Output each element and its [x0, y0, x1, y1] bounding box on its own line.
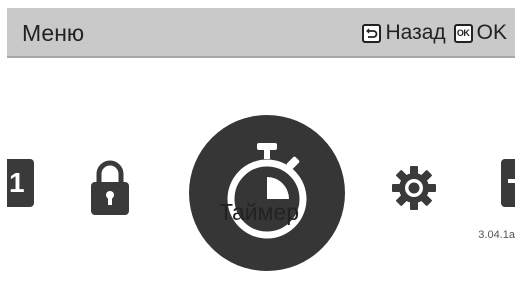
previous-item-text: 1	[9, 167, 25, 198]
back-arrow-icon	[362, 23, 382, 43]
ok-button[interactable]: OK OK	[453, 19, 507, 47]
header-bar: Меню Назад OK OK	[7, 8, 515, 58]
menu-title: Меню	[22, 20, 85, 46]
back-label: Назад	[385, 21, 446, 44]
header-navigation: Назад OK OK	[354, 19, 507, 47]
selected-item-label: Таймер	[218, 199, 300, 225]
ok-key-text: OK	[456, 27, 470, 38]
version-label: 3.04.1a	[478, 229, 515, 241]
device-screen: Меню Назад OK OK 1 3.04.1a	[7, 8, 515, 296]
ok-key-icon: OK	[453, 23, 473, 43]
back-button[interactable]: Назад	[362, 19, 446, 47]
menu-carousel: 1	[7, 60, 515, 296]
timer-menu-item[interactable]	[189, 115, 345, 271]
stopwatch-icon	[227, 143, 307, 239]
ok-label: OK	[476, 21, 507, 44]
